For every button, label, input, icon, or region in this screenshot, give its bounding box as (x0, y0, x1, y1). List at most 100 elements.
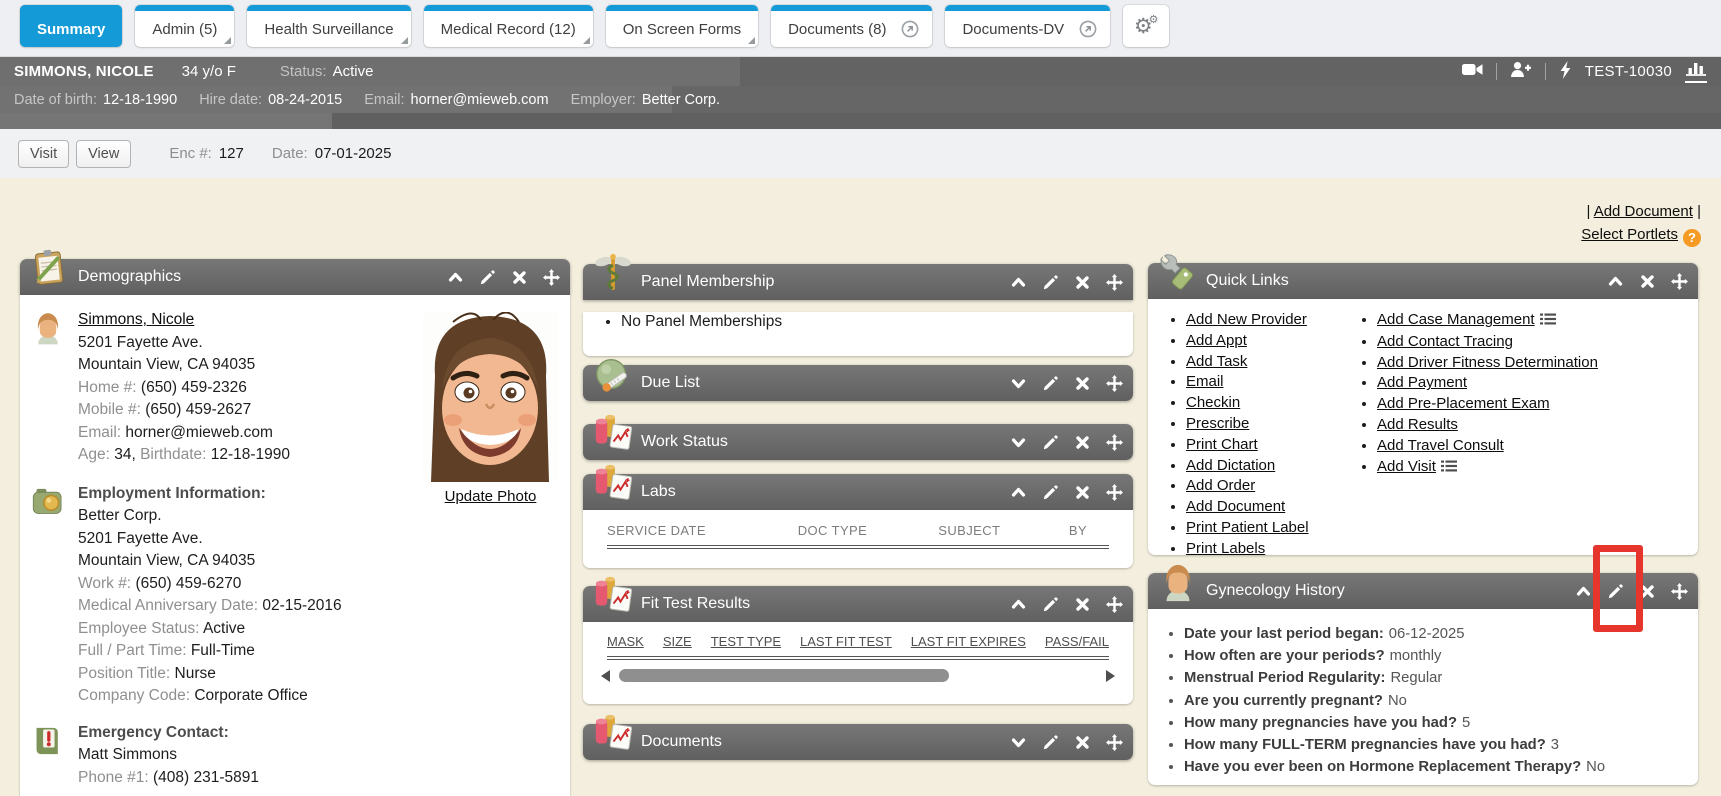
expand-icon[interactable] (1010, 434, 1027, 451)
move-icon[interactable] (543, 269, 560, 286)
portlet-header-documents[interactable]: Documents (583, 724, 1133, 760)
quick-link[interactable]: Print Chart (1186, 436, 1258, 453)
quick-link[interactable]: Add Contact Tracing (1377, 333, 1513, 350)
horizontal-scrollbar[interactable] (607, 669, 1109, 683)
tab-settings-button[interactable]: ⚙⚙ (1123, 5, 1169, 47)
edit-icon[interactable] (1042, 274, 1059, 291)
move-icon[interactable] (1671, 273, 1688, 290)
video-camera-icon[interactable] (1462, 61, 1483, 82)
scrollbar-thumb[interactable] (619, 669, 949, 682)
visit-button[interactable]: Visit (18, 140, 69, 168)
edit-icon[interactable] (1042, 734, 1059, 751)
sort-column-test-type[interactable]: TEST TYPE (711, 634, 781, 649)
quick-link[interactable]: Add Dictation (1186, 457, 1275, 474)
close-icon[interactable] (1074, 375, 1091, 392)
scroll-left-arrow[interactable] (601, 670, 610, 682)
quick-link[interactable]: Add Travel Consult (1377, 437, 1504, 454)
quick-link[interactable]: Add New Provider (1186, 311, 1307, 328)
close-icon[interactable] (511, 269, 528, 286)
edit-icon[interactable] (479, 269, 496, 286)
move-icon[interactable] (1106, 375, 1123, 392)
close-icon[interactable] (1074, 734, 1091, 751)
sort-column-mask[interactable]: MASK (607, 634, 644, 649)
tab-on-screen-forms[interactable]: On Screen Forms (606, 5, 758, 47)
select-portlets-link[interactable]: Select Portlets (1581, 226, 1678, 243)
flowsheet-chart-icon[interactable] (1685, 60, 1707, 83)
portlet-header-quick-links[interactable]: Quick Links (1148, 263, 1698, 299)
portlet-header-demographics[interactable]: Demographics (20, 259, 570, 295)
popout-icon[interactable] (1074, 16, 1101, 43)
move-icon[interactable] (1106, 274, 1123, 291)
quick-link[interactable]: Prescribe (1186, 415, 1249, 432)
popout-icon[interactable] (896, 16, 923, 43)
full-part-time-label: Full / Part Time: (78, 642, 187, 659)
portlet-header-panel-membership[interactable]: Panel Membership (583, 264, 1133, 300)
portlet-header-fit-test[interactable]: Fit Test Results (583, 586, 1133, 622)
help-icon[interactable]: ? (1683, 229, 1701, 247)
tab-documents-dv[interactable]: Documents-DV (945, 21, 1074, 38)
patient-name-link[interactable]: Simmons, Nicole (78, 311, 194, 328)
move-icon[interactable] (1106, 484, 1123, 501)
portlet-header-labs[interactable]: Labs (583, 474, 1133, 510)
tab-medical-record[interactable]: Medical Record (12) (424, 5, 593, 47)
sort-column-pass-fail[interactable]: PASS/FAIL (1045, 634, 1109, 649)
quick-link[interactable]: Add Visit (1377, 458, 1436, 475)
quick-link[interactable]: Add Payment (1377, 374, 1467, 391)
quick-link[interactable]: Add Appt (1186, 332, 1247, 349)
edit-icon[interactable] (1042, 434, 1059, 451)
chart-document-icon (592, 412, 634, 456)
move-icon[interactable] (1106, 734, 1123, 751)
quick-link[interactable]: Checkin (1186, 394, 1240, 411)
quick-link[interactable]: Add Driver Fitness Determination (1377, 354, 1598, 371)
edit-icon[interactable] (1042, 375, 1059, 392)
tab-admin[interactable]: Admin (5) (135, 5, 234, 47)
collapse-icon[interactable] (1010, 274, 1027, 291)
quick-link[interactable]: Add Results (1377, 416, 1458, 433)
close-icon[interactable] (1639, 273, 1656, 290)
portlet-header-gynecology[interactable]: Gynecology History (1148, 573, 1698, 609)
tab-health-surveillance[interactable]: Health Surveillance (247, 5, 410, 47)
portlet-header-work-status[interactable]: Work Status (583, 424, 1133, 460)
quick-link[interactable]: Print Labels (1186, 540, 1265, 557)
edit-icon[interactable] (1042, 484, 1059, 501)
quick-link[interactable]: Add Document (1186, 498, 1285, 515)
sort-column-last-fit-test[interactable]: LAST FIT TEST (800, 634, 892, 649)
collapse-icon[interactable] (1575, 583, 1592, 600)
close-icon[interactable] (1074, 434, 1091, 451)
expand-icon[interactable] (1010, 734, 1027, 751)
tab-documents[interactable]: Documents (8) (771, 21, 896, 38)
dob-value: 12-18-1990 (103, 92, 177, 108)
close-icon[interactable] (1639, 583, 1656, 600)
move-icon[interactable] (1106, 596, 1123, 613)
sort-column-last-fit-expires[interactable]: LAST FIT EXPIRES (911, 634, 1026, 649)
quick-link[interactable]: Add Order (1186, 477, 1255, 494)
scroll-right-arrow[interactable] (1106, 670, 1115, 682)
edit-icon[interactable] (1607, 583, 1624, 600)
edit-icon[interactable] (1042, 596, 1059, 613)
quick-link[interactable]: Add Case Management (1377, 311, 1535, 328)
move-icon[interactable] (1106, 434, 1123, 451)
collapse-icon[interactable] (1010, 484, 1027, 501)
close-icon[interactable] (1074, 596, 1091, 613)
collapse-icon[interactable] (1607, 273, 1624, 290)
quick-link[interactable]: Add Task (1186, 353, 1247, 370)
collapse-icon[interactable] (1010, 596, 1027, 613)
close-icon[interactable] (1074, 274, 1091, 291)
close-icon[interactable] (1074, 484, 1091, 501)
quick-link[interactable]: Print Patient Label (1186, 519, 1309, 536)
add-document-link[interactable]: Add Document (1594, 203, 1693, 220)
lightning-bolt-icon[interactable] (1559, 61, 1572, 83)
view-button[interactable]: View (76, 140, 131, 168)
expand-icon[interactable] (1010, 375, 1027, 392)
move-icon[interactable] (1671, 583, 1688, 600)
tab-summary[interactable]: Summary (20, 5, 122, 47)
list-icon[interactable] (1441, 458, 1457, 479)
quick-link[interactable]: Email (1186, 373, 1224, 390)
add-person-icon[interactable] (1510, 61, 1532, 82)
portlet-header-due-list[interactable]: Due List (583, 365, 1133, 401)
sort-column-size[interactable]: SIZE (663, 634, 692, 649)
collapse-icon[interactable] (447, 269, 464, 286)
list-icon[interactable] (1540, 311, 1556, 332)
quick-link[interactable]: Add Pre-Placement Exam (1377, 395, 1550, 412)
update-photo-link[interactable]: Update Photo (445, 488, 537, 505)
